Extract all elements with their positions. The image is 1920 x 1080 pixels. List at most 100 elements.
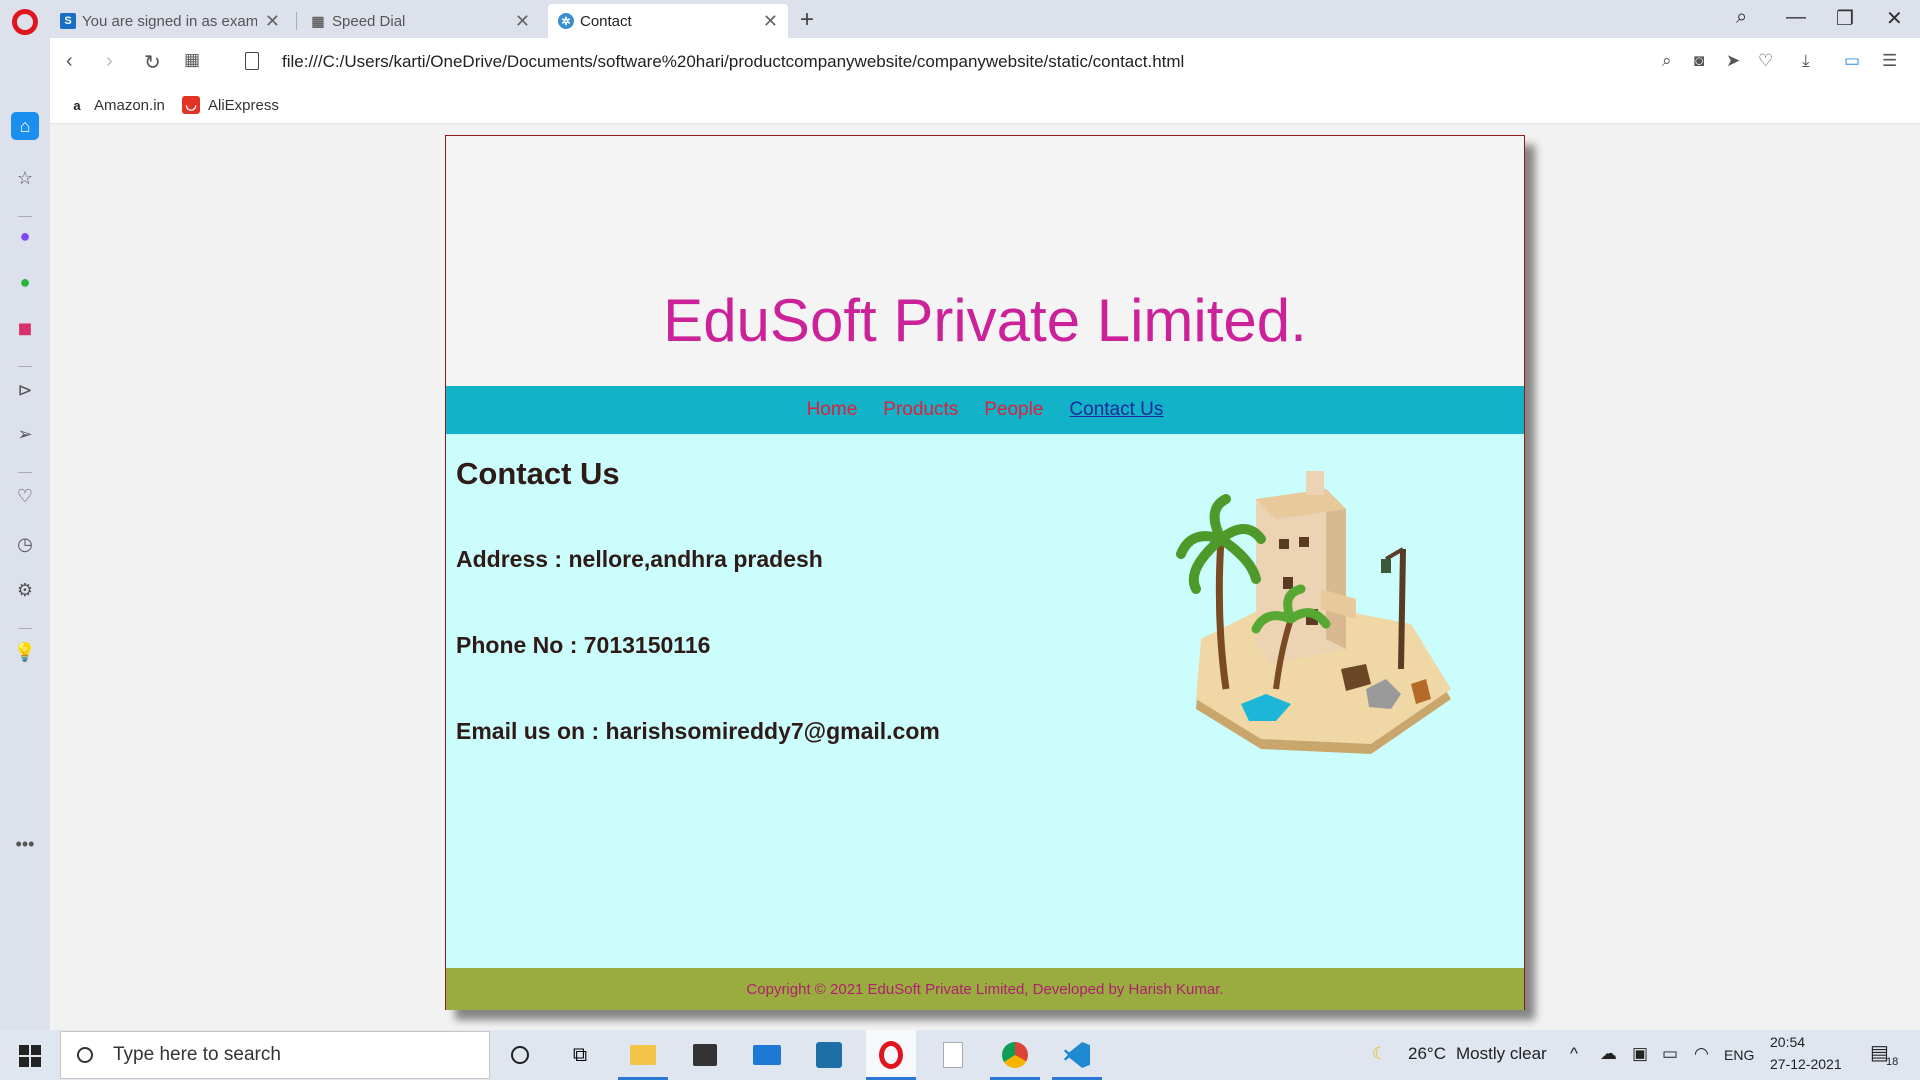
tab-contact[interactable]: ✲ Contact ✕ <box>548 4 788 38</box>
bookmark-label: Amazon.in <box>94 96 165 114</box>
battery-saver-icon[interactable]: ▭ <box>1844 51 1860 71</box>
site-nav: Home Products People Contact Us <box>446 386 1524 434</box>
lightbulb-icon[interactable]: 💡 <box>13 640 37 664</box>
mail-icon[interactable] <box>742 1030 792 1080</box>
grid-favicon-icon: ▦ <box>311 12 325 29</box>
camera-icon[interactable]: ◙ <box>1694 51 1704 71</box>
weather-text[interactable]: Mostly clear <box>1456 1044 1547 1064</box>
star-icon[interactable]: ☆ <box>13 166 37 190</box>
instagram-icon[interactable]: ◼ <box>13 316 37 340</box>
search-tabs-icon[interactable]: ⌕ <box>1736 6 1747 29</box>
bookmark-amazon[interactable]: a Amazon.in <box>68 96 165 114</box>
cortana-icon[interactable] <box>495 1030 545 1080</box>
tab-divider <box>296 12 297 30</box>
send-icon[interactable]: ➤ <box>1726 51 1740 71</box>
language-indicator[interactable]: ENG <box>1724 1047 1754 1063</box>
file-explorer-icon[interactable] <box>618 1030 668 1080</box>
clock-time[interactable]: 20:54 <box>1770 1034 1805 1050</box>
tab-speed-dial[interactable]: ▦ Speed Dial ✕ <box>300 4 540 38</box>
sidebar-divider <box>18 366 32 367</box>
tabs-grid-icon[interactable]: ▦ <box>184 50 200 70</box>
close-tab-icon[interactable]: ✕ <box>763 11 778 32</box>
pinboard-heart-icon[interactable]: ♡ <box>13 484 37 508</box>
tab-title: Contact <box>580 12 632 30</box>
nav-contact-link[interactable]: Contact Us <box>1069 399 1163 421</box>
close-tab-icon[interactable]: ✕ <box>515 11 530 32</box>
address-bar: ‹ › ↻ ▦ file:///C:/Users/karti/OneDrive/… <box>50 38 1920 88</box>
reload-icon[interactable]: ↻ <box>144 50 161 75</box>
search-page-icon[interactable]: ⌕ <box>1662 51 1672 71</box>
opera-taskbar-icon[interactable] <box>866 1030 916 1080</box>
bookmark-label: AliExpress <box>208 96 279 114</box>
flow-send-icon[interactable]: ➢ <box>13 422 37 446</box>
vscode-icon[interactable] <box>1052 1030 1102 1080</box>
search-placeholder: Type here to search <box>113 1044 281 1065</box>
windows-taskbar: Type here to search ⧉ ☾ 26°C Mostly clea… <box>0 1030 1920 1080</box>
messenger-icon[interactable]: ● <box>13 224 37 248</box>
clock-date[interactable]: 27-12-2021 <box>1770 1056 1842 1072</box>
weather-moon-icon[interactable]: ☾ <box>1372 1044 1387 1064</box>
file-page-icon <box>245 52 259 70</box>
task-view-icon[interactable]: ⧉ <box>555 1030 605 1080</box>
phone-text: Phone No : 7013150116 <box>456 632 711 658</box>
restore-button[interactable]: ❐ <box>1836 6 1854 31</box>
windows-start-icon[interactable] <box>19 1045 41 1067</box>
nav-people-link[interactable]: People <box>984 399 1043 421</box>
email-text: Email us on : harishsomireddy7@gmail.com <box>456 718 940 744</box>
download-icon[interactable]: ⤓ <box>1802 51 1810 71</box>
minimize-button[interactable]: — <box>1786 6 1806 29</box>
easy-setup-icon[interactable]: ☰ <box>1882 51 1897 71</box>
close-tab-icon[interactable]: ✕ <box>265 11 280 32</box>
bookmarks-bar: a Amazon.in ◡ AliExpress <box>50 88 1920 124</box>
site-footer: Copyright © 2021 EduSoft Private Limited… <box>446 968 1524 1010</box>
more-options-icon[interactable]: ••• <box>13 832 37 856</box>
home-icon[interactable]: ⌂ <box>11 112 39 140</box>
aliexpress-icon: ◡ <box>182 96 200 114</box>
browser-sidebar: ⌂ ☆ ● ● ◼ ⊳ ➢ ♡ ◷ ⚙ 💡 ••• <box>0 38 50 1030</box>
sidebar-divider <box>18 628 32 629</box>
close-window-button[interactable]: ✕ <box>1886 6 1903 31</box>
microsoft-store-icon[interactable] <box>680 1030 730 1080</box>
settings-gear-icon[interactable]: ⚙ <box>13 578 37 602</box>
chrome-icon[interactable] <box>990 1030 1040 1080</box>
search-icon <box>77 1047 93 1063</box>
player-icon[interactable]: ⊳ <box>13 378 37 402</box>
meet-now-icon[interactable]: ▣ <box>1632 1044 1648 1064</box>
heart-icon[interactable]: ♡ <box>1758 51 1773 71</box>
onedrive-cloud-icon[interactable]: ☁ <box>1600 1044 1617 1064</box>
nav-home-link[interactable]: Home <box>807 399 858 421</box>
battery-icon[interactable]: ▭ <box>1662 1044 1678 1064</box>
url-field[interactable]: file:///C:/Users/karti/OneDrive/Document… <box>282 52 1184 72</box>
history-clock-icon[interactable]: ◷ <box>13 532 37 556</box>
contact-heading: Contact Us <box>456 456 620 491</box>
desert-house-illustration <box>1176 471 1451 754</box>
wifi-icon[interactable]: ◠ <box>1694 1044 1709 1064</box>
notepad-icon[interactable] <box>928 1030 978 1080</box>
s-favicon-icon: S <box>60 13 76 29</box>
address-text: Address : nellore,andhra pradesh <box>456 546 823 572</box>
tab-signed-in[interactable]: S You are signed in as exam ✕ <box>50 4 290 38</box>
site-header: EduSoft Private Limited. <box>446 136 1524 386</box>
whatsapp-icon[interactable]: ● <box>13 270 37 294</box>
sidebar-divider <box>18 472 32 473</box>
weather-temp[interactable]: 26°C <box>1408 1044 1446 1064</box>
page-viewport: EduSoft Private Limited. Home Products P… <box>50 125 1920 1030</box>
gear-favicon-icon: ✲ <box>558 13 574 29</box>
taskbar-search-input[interactable]: Type here to search <box>60 1031 490 1079</box>
dell-app-icon[interactable] <box>804 1030 854 1080</box>
sidebar-divider <box>18 216 32 217</box>
nav-products-link[interactable]: Products <box>883 399 958 421</box>
site-title: EduSoft Private Limited. <box>663 287 1307 354</box>
opera-logo-icon[interactable] <box>12 9 38 35</box>
contact-section: Contact Us Address : nellore,andhra prad… <box>446 434 1524 968</box>
show-hidden-icons-icon[interactable]: ^ <box>1570 1044 1578 1064</box>
tab-strip: S You are signed in as exam ✕ ▦ Speed Di… <box>0 0 1920 38</box>
back-button[interactable]: ‹ <box>66 50 73 73</box>
bookmark-aliexpress[interactable]: ◡ AliExpress <box>182 96 279 114</box>
notification-count-badge: 18 <box>1886 1056 1899 1068</box>
forward-button[interactable]: › <box>106 50 113 73</box>
new-tab-button[interactable]: + <box>800 6 814 34</box>
tab-title: Speed Dial <box>332 12 406 30</box>
site-container: EduSoft Private Limited. Home Products P… <box>445 135 1525 1010</box>
amazon-icon: a <box>73 97 81 113</box>
